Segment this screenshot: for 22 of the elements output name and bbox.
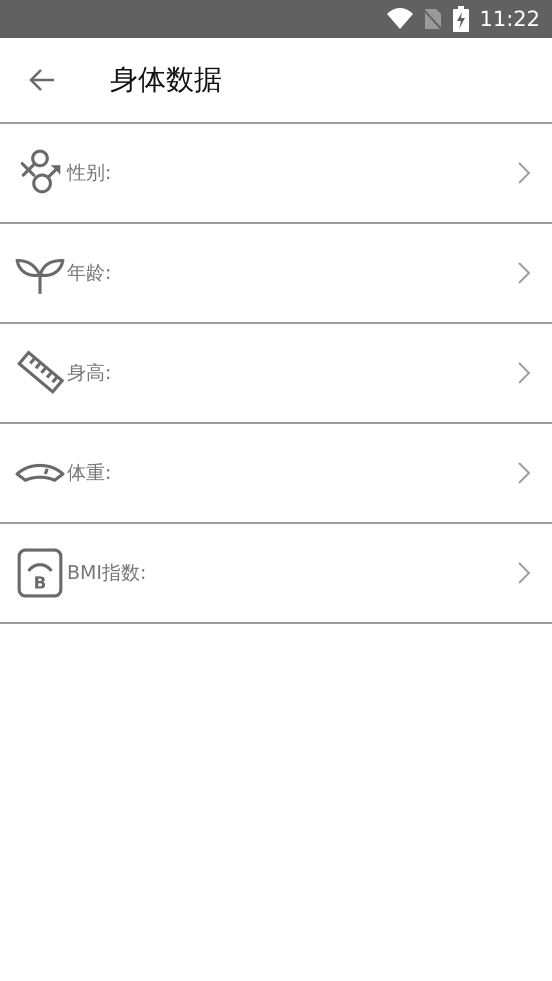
chevron-icon bbox=[518, 262, 530, 284]
no-sim-icon bbox=[423, 7, 444, 31]
data-row[interactable]: 身高: bbox=[0, 324, 552, 424]
chevron-icon bbox=[518, 362, 530, 384]
chevron-icon bbox=[518, 162, 530, 184]
chevron-icon bbox=[518, 562, 530, 584]
data-row[interactable]: 体重: bbox=[0, 424, 552, 524]
data-row[interactable]: 性别: bbox=[0, 124, 552, 224]
row-label: 年龄: bbox=[67, 261, 112, 286]
row-label: BMI指数: bbox=[67, 561, 148, 586]
back-arrow-icon bbox=[29, 69, 55, 91]
page-title: 身体数据 bbox=[110, 62, 222, 98]
data-row[interactable]: B BMI指数: bbox=[0, 524, 552, 624]
battery-charging-icon bbox=[453, 6, 470, 32]
row-label: 身高: bbox=[67, 361, 112, 386]
row-label: 体重: bbox=[67, 461, 112, 486]
wifi-icon bbox=[387, 8, 414, 30]
chevron-icon bbox=[518, 462, 530, 484]
data-row[interactable]: 年龄: bbox=[0, 224, 552, 324]
row-label: 性别: bbox=[67, 161, 112, 186]
bmi-icon: B bbox=[15, 548, 65, 598]
status-time: 11:22 bbox=[479, 7, 540, 31]
